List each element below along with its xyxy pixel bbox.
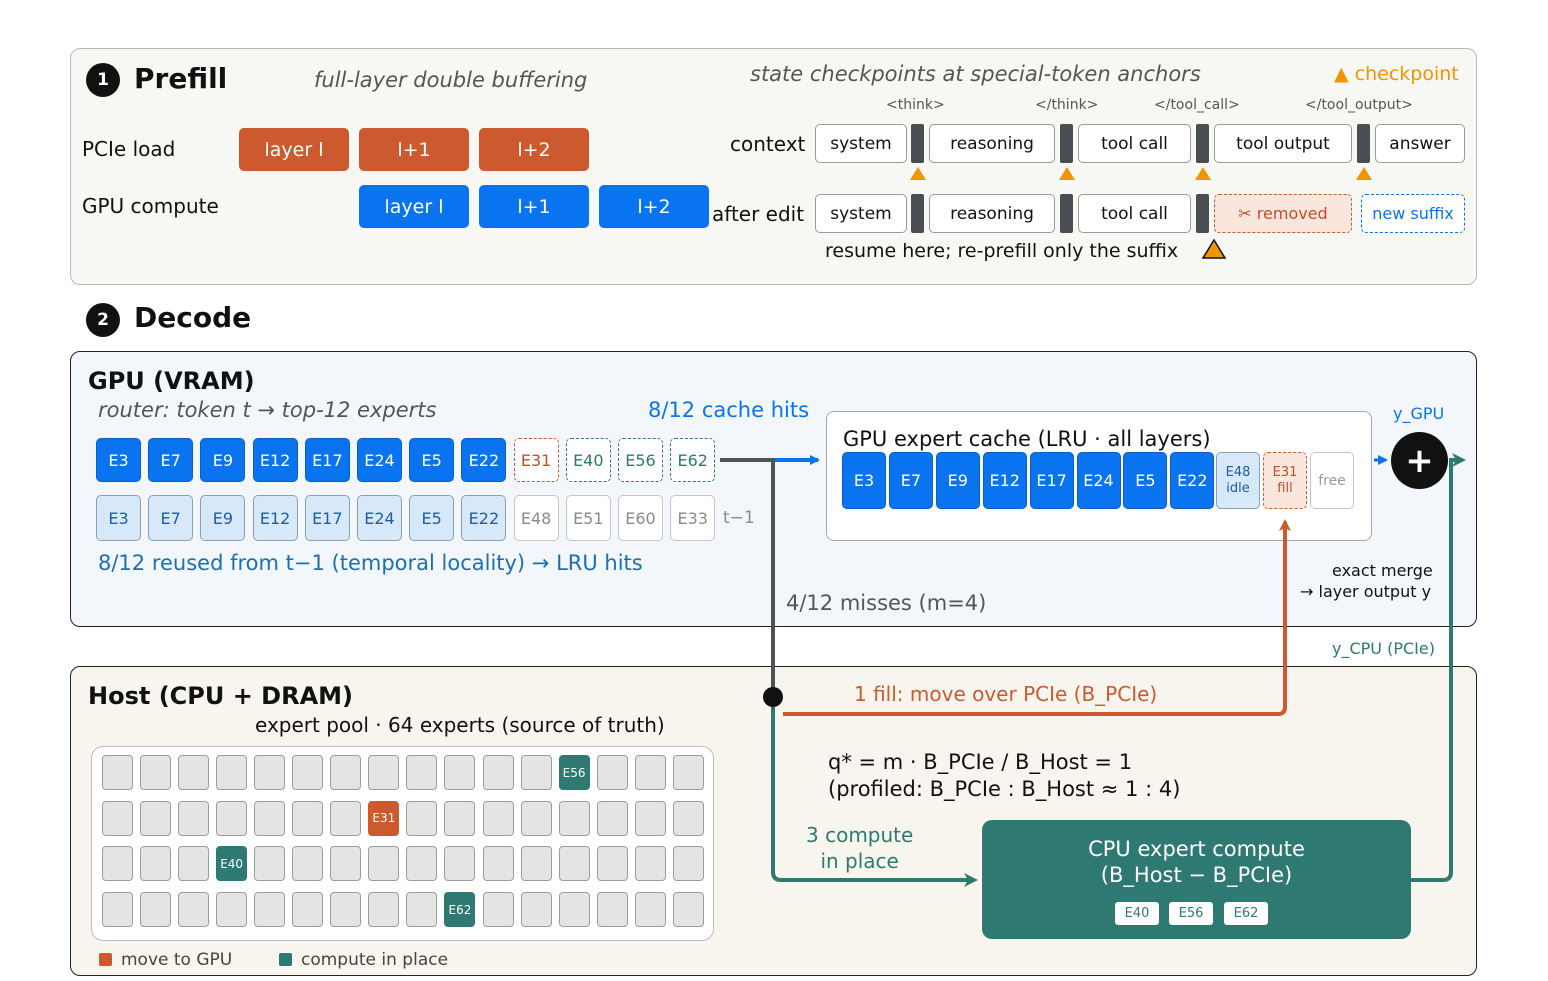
split-node xyxy=(763,687,783,707)
flow-arrows xyxy=(720,453,1466,887)
compute-in-place-arrow xyxy=(771,707,978,887)
y-cpu-arrow xyxy=(1411,453,1466,882)
fill-over-pcie-arrow xyxy=(783,519,1291,716)
misses-arrow xyxy=(720,458,775,697)
